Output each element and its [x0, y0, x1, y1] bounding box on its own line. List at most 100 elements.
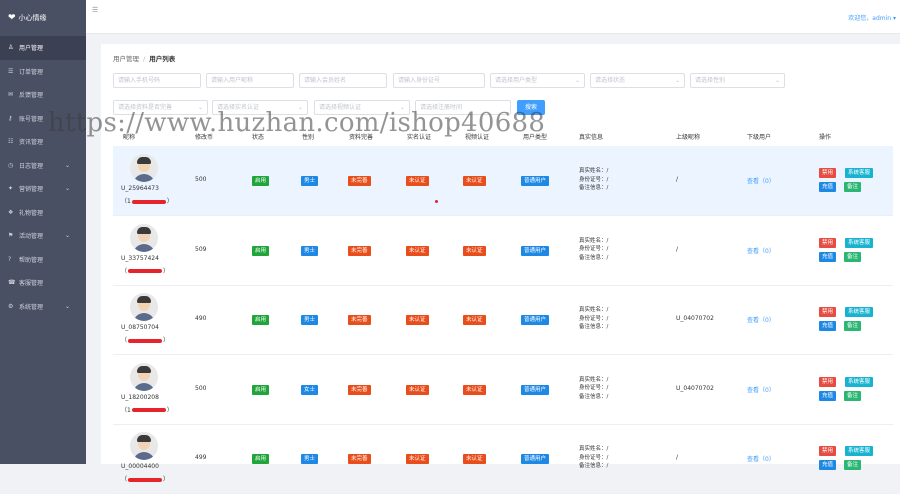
filter-row1-4[interactable]: 请选择用户类型 ⌄	[490, 73, 585, 88]
avatar[interactable]	[130, 154, 158, 182]
view-sub-users-link[interactable]: 查看（0）	[747, 385, 775, 394]
table-row[interactable]: U_18200208 （1） 500 启用 女士 未完善 未认证 未认证 普通用户 真实姓名：/身…	[113, 355, 893, 425]
avatar[interactable]	[130, 223, 158, 252]
video-badge: 未认证	[463, 454, 486, 464]
remark-button[interactable]: 备注	[844, 182, 862, 192]
filter-placeholder: 请输入会员姓名	[304, 77, 347, 84]
filter-row1-5[interactable]: 请选择状态 ⌄	[590, 73, 685, 88]
breadcrumb-parent[interactable]: 用户管理	[113, 55, 139, 63]
help-icon: ?	[8, 255, 12, 263]
remark-button[interactable]: 备注	[844, 321, 862, 331]
remark-button[interactable]: 备注	[844, 251, 862, 262]
user-id: U_33757424	[121, 254, 159, 262]
sidebar-item-9[interactable]: ? 帮助管理	[0, 248, 86, 272]
filter-row1-6[interactable]: 请选择性别 ⌄	[690, 73, 785, 88]
disable-button[interactable]: 禁用	[819, 446, 837, 456]
avatar[interactable]	[130, 293, 158, 321]
sidebar-item-5[interactable]: ◷ 日志管理 ⌄	[0, 154, 86, 178]
user-id: U_25964473	[121, 185, 159, 192]
order-icon: ☰	[8, 67, 14, 75]
sidebar-item-label: 资讯管理	[19, 139, 44, 147]
status-badge: 启用	[252, 315, 270, 325]
filter-placeholder: 请选择状态	[595, 77, 626, 84]
sidebar-item-0[interactable]: ♙ 用户管理	[0, 36, 86, 60]
user-type-badge: 普通用户	[521, 176, 550, 186]
table-row[interactable]: U_25964473 （1） 500 启用 男士 未完善 未认证 未认证 普通用户 真实姓名：/身…	[113, 146, 893, 216]
filter-row1-2[interactable]: 请输入会员姓名	[299, 73, 387, 88]
disable-button[interactable]: 禁用	[819, 307, 837, 317]
table-row[interactable]: U_08750704 （） 490 启用 男士 未完善 未认证 未认证 普通用户 真实姓名：/身份…	[113, 285, 893, 355]
service-button[interactable]: 系统客服	[845, 376, 874, 387]
view-sub-users-link[interactable]: 查看（0）	[747, 315, 775, 324]
view-sub-users-link[interactable]: 查看（0）	[747, 454, 775, 463]
view-sub-users-link[interactable]: 查看（0）	[747, 176, 775, 185]
service-button[interactable]: 系统客服	[845, 307, 874, 317]
view-sub-users-link[interactable]: 查看（0）	[747, 246, 775, 255]
phone-number: （）	[121, 476, 170, 483]
recharge-button[interactable]: 充值	[819, 390, 837, 401]
avatar[interactable]	[130, 362, 158, 391]
table-row[interactable]: U_00004400 （） 499 启用 男士 未完善 未认证 未认证 普通用户 真实姓名：/身份…	[113, 424, 893, 494]
sidebar-item-label: 营销管理	[19, 186, 44, 194]
parent-nickname: /	[676, 454, 679, 461]
redaction-mark	[131, 199, 166, 204]
top-bar: ☰ 欢迎您，admin ▾	[86, 0, 900, 34]
recharge-button[interactable]: 充值	[819, 251, 837, 262]
user-menu[interactable]: 欢迎您，admin ▾	[848, 13, 896, 22]
real-info: 真实姓名：/身份证号：/备注信息：/	[579, 376, 609, 400]
coins-value: 500	[195, 384, 207, 392]
service-button[interactable]: 系统客服	[845, 237, 874, 248]
remark-button[interactable]: 备注	[844, 390, 862, 401]
user-type-badge: 普通用户	[521, 454, 550, 464]
gender-badge: 男士	[301, 245, 319, 256]
status-badge: 启用	[252, 245, 270, 256]
recharge-button[interactable]: 充值	[819, 182, 837, 192]
status-badge: 启用	[252, 454, 270, 464]
phone-number: （1）	[121, 406, 173, 414]
sidebar-item-label: 帮助管理	[19, 256, 44, 264]
user-id: U_00004400	[121, 463, 159, 470]
news-icon: ☷	[8, 138, 14, 146]
user-type-badge: 普通用户	[521, 245, 550, 256]
realname-badge: 未认证	[406, 245, 429, 256]
sidebar-item-8[interactable]: ⚑ 活动管理 ⌄	[0, 224, 86, 248]
sidebar-item-2[interactable]: ✉ 反馈管理	[0, 83, 86, 107]
gender-badge: 男士	[301, 176, 319, 186]
column-header-9: 上级昵称	[676, 134, 701, 141]
breadcrumb-current: 用户列表	[149, 55, 176, 63]
sidebar-item-7[interactable]: ❖ 礼物管理	[0, 201, 86, 225]
recharge-button[interactable]: 充值	[819, 321, 837, 331]
menu-toggle-icon[interactable]: ☰	[92, 6, 98, 14]
service-button[interactable]: 系统客服	[845, 446, 874, 456]
avatar[interactable]	[130, 432, 158, 460]
sidebar-item-11[interactable]: ⚙ 系统管理 ⌄	[0, 295, 86, 319]
realname-badge: 未认证	[406, 315, 429, 325]
disable-button[interactable]: 禁用	[819, 376, 837, 387]
user-icon: ♙	[8, 44, 14, 52]
app-logo[interactable]: ❤ 小心情缘	[0, 0, 86, 36]
remark-button[interactable]: 备注	[844, 460, 862, 470]
coins-value: 509	[195, 245, 207, 253]
chevron-down-icon: ⌄	[64, 302, 70, 310]
gender-badge: 男士	[301, 315, 319, 325]
service-button[interactable]: 系统客服	[845, 168, 874, 178]
sidebar-item-10[interactable]: ☎ 客服管理	[0, 271, 86, 295]
sidebar-item-6[interactable]: ✦ 营销管理 ⌄	[0, 177, 86, 201]
phone-number: （1）	[121, 198, 173, 205]
status-badge: 启用	[252, 384, 270, 395]
filter-row1-3[interactable]: 请输入身份证号	[393, 73, 485, 88]
coins-value: 500	[195, 176, 207, 183]
disable-button[interactable]: 禁用	[819, 168, 837, 178]
phone-number: （）	[121, 337, 170, 344]
video-badge: 未认证	[463, 176, 486, 186]
disable-button[interactable]: 禁用	[819, 237, 837, 248]
filter-row1-1[interactable]: 请输入用户昵称	[206, 73, 294, 88]
table-row[interactable]: U_33757424 （） 509 启用 男士 未完善 未认证 未认证 普通用户 真实姓名：/身份…	[113, 216, 893, 286]
filter-row1-0[interactable]: 请输入手机号码	[113, 73, 201, 88]
profile-badge: 未完善	[348, 315, 371, 325]
sidebar-item-label: 礼物管理	[19, 209, 44, 217]
coins-value: 499	[195, 454, 207, 461]
user-id: U_08750704	[121, 324, 159, 331]
recharge-button[interactable]: 充值	[819, 460, 837, 470]
sidebar-item-1[interactable]: ☰ 订单管理	[0, 60, 86, 84]
